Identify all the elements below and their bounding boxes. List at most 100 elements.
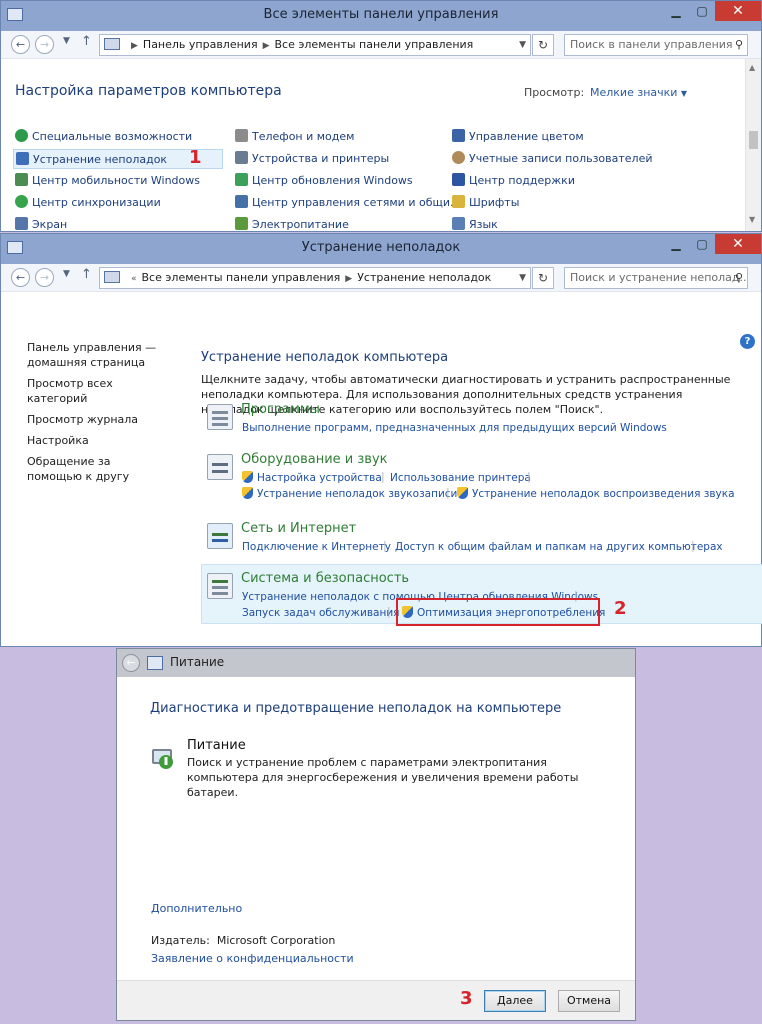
help-icon[interactable]: ? xyxy=(740,334,755,349)
chevron-down-icon[interactable]: ▼ xyxy=(519,35,526,55)
chevron-down-icon[interactable]: ▼ xyxy=(519,268,526,288)
system-security-icon xyxy=(207,573,233,599)
power-troubleshooter-icon xyxy=(152,749,173,769)
step-marker-2: 2 xyxy=(614,598,627,619)
cp-item[interactable]: Электропитание xyxy=(235,215,349,235)
forward-button[interactable]: → xyxy=(35,268,54,287)
publisher-label: Издатель: xyxy=(151,934,210,947)
scroll-thumb[interactable] xyxy=(749,131,758,149)
cp-item[interactable]: Учетные записи пользователей xyxy=(452,149,653,169)
search-input[interactable]: Поиск и устранение неполад... ⚲ xyxy=(564,267,748,289)
up-arrow-icon[interactable]: ↑ xyxy=(81,267,92,282)
category-title[interactable]: Оборудование и звук xyxy=(241,452,388,467)
cp-item-label: Специальные возможности xyxy=(32,130,193,143)
task-link[interactable]: Подключение к Интернету xyxy=(242,540,391,554)
cp-item[interactable]: Центр обновления Windows xyxy=(235,171,413,191)
cp-item[interactable]: Центр управления сетями и общи... xyxy=(235,193,461,213)
window-titlebar[interactable]: Все элементы панели управления ▁ ▢ ✕ xyxy=(1,1,761,31)
up-arrow-icon[interactable]: ↑ xyxy=(81,34,92,49)
breadcrumb-item[interactable]: Устранение неполадок xyxy=(357,271,491,284)
cp-item[interactable]: Центр поддержки xyxy=(452,171,575,191)
troubleshooter-name: Питание xyxy=(187,738,246,753)
close-button[interactable]: ✕ xyxy=(715,1,761,21)
category-network-internet: Сеть и Интернет Подключение к Интернету … xyxy=(201,521,762,561)
breadcrumb-item[interactable]: Все элементы панели управления xyxy=(275,38,474,51)
cp-item[interactable]: Язык xyxy=(452,215,498,235)
forward-button[interactable]: → xyxy=(35,35,54,54)
nav-link-home[interactable]: Панель управления — домашняя страница xyxy=(27,340,167,370)
nav-link-get-help[interactable]: Обращение за помощью к другу xyxy=(27,454,167,484)
breadcrumb[interactable]: ▶ Панель управления ▶ Все элементы панели у… xyxy=(99,34,531,56)
cp-item-label: Устранение неполадок xyxy=(33,153,168,166)
cp-item[interactable]: Шрифты xyxy=(452,193,519,213)
programs-icon xyxy=(207,404,233,430)
devices-printers-icon xyxy=(235,151,248,164)
recent-pages-chevron-icon[interactable]: ▼ xyxy=(63,36,70,46)
search-placeholder: Поиск в панели управления xyxy=(570,38,733,51)
back-arrow-icon[interactable]: ← xyxy=(122,654,140,672)
scroll-down-icon[interactable]: ▼ xyxy=(749,215,755,224)
nav-link-history[interactable]: Просмотр журнала xyxy=(27,412,167,427)
cancel-button[interactable]: Отмена xyxy=(558,990,620,1012)
task-link[interactable]: Устранение неполадок звукозаписи xyxy=(242,487,457,501)
privacy-link[interactable]: Заявление о конфиденциальности xyxy=(151,952,354,965)
publisher-value: Microsoft Corporation xyxy=(216,934,336,947)
task-link-label: Настройка устройства xyxy=(257,472,382,484)
view-dropdown[interactable]: Мелкие значки ▼ xyxy=(590,86,687,99)
next-button[interactable]: Далее xyxy=(484,990,546,1012)
category-title[interactable]: Сеть и Интернет xyxy=(241,521,356,536)
address-bar-area: ← → ▼ ↑ «Все элементы панели управления ▶… xyxy=(1,264,761,292)
hardware-sound-icon xyxy=(207,454,233,480)
nav-link-all-categories[interactable]: Просмотр всех категорий xyxy=(27,376,167,406)
power-options-icon xyxy=(235,217,248,230)
recent-pages-chevron-icon[interactable]: ▼ xyxy=(63,269,70,279)
task-link[interactable]: Использование принтера xyxy=(390,471,531,485)
breadcrumb-item[interactable]: Панель управления xyxy=(143,38,258,51)
minimize-button[interactable]: ▁ xyxy=(663,1,689,21)
breadcrumb-item[interactable]: Все элементы панели управления xyxy=(142,271,341,284)
search-input[interactable]: Поиск в панели управления ⚲ xyxy=(564,34,748,56)
cp-item-label: Центр управления сетями и общи... xyxy=(252,196,461,209)
cp-item-label: Язык xyxy=(469,218,498,231)
close-button[interactable]: ✕ xyxy=(715,234,761,254)
scroll-up-icon[interactable]: ▲ xyxy=(749,63,755,72)
refresh-button[interactable]: ↻ xyxy=(532,267,554,289)
step-marker-1: 1 xyxy=(189,147,202,168)
network-center-icon xyxy=(235,195,248,208)
task-link[interactable]: Запуск задач обслуживания xyxy=(242,606,399,620)
control-panel-window: Все элементы панели управления ▁ ▢ ✕ ← →… xyxy=(0,0,762,232)
maximize-button[interactable]: ▢ xyxy=(689,1,715,21)
back-button[interactable]: ← xyxy=(11,268,30,287)
task-link[interactable]: Доступ к общим файлам и папкам на других… xyxy=(395,540,723,554)
cp-item[interactable]: Экран xyxy=(15,215,67,235)
back-button[interactable]: ← xyxy=(11,35,30,54)
task-link[interactable]: Выполнение программ, предназначенных для… xyxy=(242,421,667,435)
highlight-rectangle xyxy=(396,598,600,626)
cp-item[interactable]: Специальные возможности xyxy=(15,127,192,147)
nav-link-settings[interactable]: Настройка xyxy=(27,433,167,448)
category-title[interactable]: Система и безопасность xyxy=(241,571,409,586)
cp-item[interactable]: Телефон и модем xyxy=(235,127,354,147)
cp-item[interactable]: Управление цветом xyxy=(452,127,584,147)
minimize-button[interactable]: ▁ xyxy=(663,234,689,254)
separator: | xyxy=(446,486,450,499)
search-icon[interactable]: ⚲ xyxy=(735,35,743,55)
task-link[interactable]: Устранение неполадок воспроизведения зву… xyxy=(457,487,735,501)
search-icon[interactable]: ⚲ xyxy=(735,268,743,288)
refresh-button[interactable]: ↻ xyxy=(532,34,554,56)
maximize-button[interactable]: ▢ xyxy=(689,234,715,254)
window-titlebar[interactable]: Устранение неполадок ▁ ▢ ✕ xyxy=(1,234,761,264)
content-area: ? Панель управления — домашняя страница … xyxy=(1,292,762,646)
cp-item[interactable]: Центр синхронизации xyxy=(15,193,161,213)
breadcrumb[interactable]: «Все элементы панели управления ▶ Устранен… xyxy=(99,267,531,289)
cp-item[interactable]: Центр мобильности Windows xyxy=(15,171,200,191)
advanced-link[interactable]: Дополнительно xyxy=(151,902,242,915)
page-title: Настройка параметров компьютера xyxy=(15,83,282,99)
vertical-scrollbar[interactable]: ▲ ▼ xyxy=(745,59,761,231)
cp-item[interactable]: Устройства и принтеры xyxy=(235,149,389,169)
category-hardware-sound: Оборудование и звук Настройка устройства… xyxy=(201,452,762,512)
task-link[interactable]: Настройка устройства xyxy=(242,471,382,485)
uac-shield-icon xyxy=(457,487,468,499)
separator: | xyxy=(387,605,391,618)
category-title[interactable]: Программы xyxy=(241,402,320,417)
